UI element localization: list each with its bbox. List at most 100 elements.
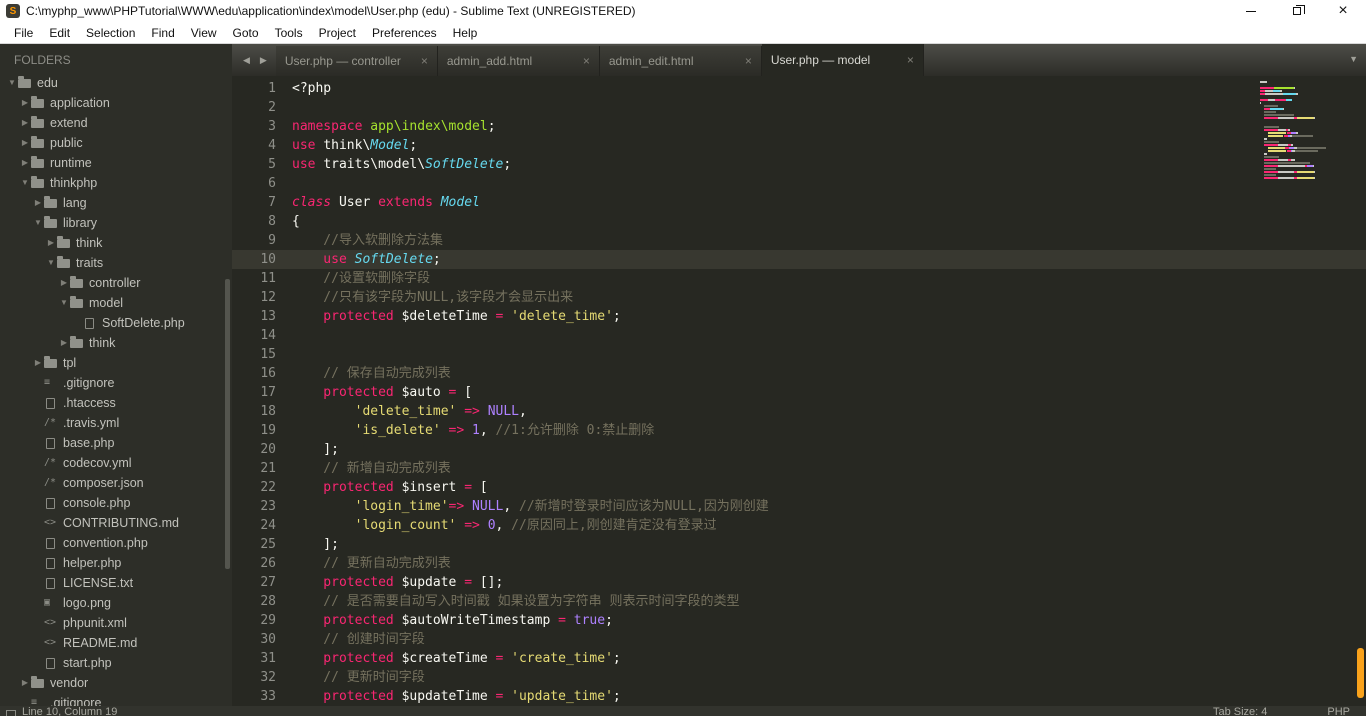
tab-admin-add-html[interactable]: admin_add.html × xyxy=(437,46,600,76)
code-line[interactable]: 27 protected $update = []; xyxy=(232,573,1366,592)
tree-file-contributing-md[interactable]: <> CONTRIBUTING.md xyxy=(0,513,232,533)
code-line[interactable]: 6 xyxy=(232,174,1366,193)
tree-folder-traits[interactable]: ▼ traits xyxy=(0,253,232,273)
close-button[interactable]: × xyxy=(1320,0,1366,22)
minimize-button[interactable] xyxy=(1228,0,1274,22)
code-line[interactable]: 13 protected $deleteTime = 'delete_time'… xyxy=(232,307,1366,326)
menu-edit[interactable]: Edit xyxy=(41,24,78,42)
menu-preferences[interactable]: Preferences xyxy=(364,24,445,42)
tree-folder-application[interactable]: ▶ application xyxy=(0,93,232,113)
tree-folder-runtime[interactable]: ▶ runtime xyxy=(0,153,232,173)
code-line[interactable]: 25 ]; xyxy=(232,535,1366,554)
tab-prev-icon[interactable]: ◀ xyxy=(240,53,253,68)
tree-folder-extend[interactable]: ▶ extend xyxy=(0,113,232,133)
tree-file-htaccess[interactable]: .htaccess xyxy=(0,393,232,413)
code-line[interactable]: 22 protected $insert = [ xyxy=(232,478,1366,497)
tree-folder-public[interactable]: ▶ public xyxy=(0,133,232,153)
menu-find[interactable]: Find xyxy=(143,24,182,42)
expand-arrow-icon[interactable]: ▶ xyxy=(58,273,70,293)
code-line[interactable]: 15 xyxy=(232,345,1366,364)
tree-folder-library[interactable]: ▼ library xyxy=(0,213,232,233)
code-line[interactable]: 7 class User extends Model xyxy=(232,193,1366,212)
code-line[interactable]: 4 use think\Model; xyxy=(232,136,1366,155)
tree-file-readme-md[interactable]: <> README.md xyxy=(0,633,232,653)
expand-arrow-icon[interactable]: ▶ xyxy=(32,193,44,213)
code-line[interactable]: 20 ]; xyxy=(232,440,1366,459)
code-line[interactable]: 19 'is_delete' => 1, //1:允许删除 0:禁止删除 xyxy=(232,421,1366,440)
tree-folder-lang[interactable]: ▶ lang xyxy=(0,193,232,213)
tree-file-composer-json[interactable]: /* composer.json xyxy=(0,473,232,493)
code-line[interactable]: 31 protected $createTime = 'create_time'… xyxy=(232,649,1366,668)
tree-file-phpunit-xml[interactable]: <> phpunit.xml xyxy=(0,613,232,633)
tab-size-indicator[interactable]: Tab Size: 4 xyxy=(1213,706,1267,716)
expand-arrow-icon[interactable]: ▶ xyxy=(19,113,31,133)
tree-folder-controller[interactable]: ▶ controller xyxy=(0,273,232,293)
menu-help[interactable]: Help xyxy=(445,24,486,42)
tree-file-softdelete-php[interactable]: SoftDelete.php xyxy=(0,313,232,333)
tab-close-icon[interactable]: × xyxy=(745,54,752,68)
tree-folder-thinkphp[interactable]: ▼ thinkphp xyxy=(0,173,232,193)
tree-file-helper-php[interactable]: helper.php xyxy=(0,553,232,573)
tree-file-base-php[interactable]: base.php xyxy=(0,433,232,453)
code-line[interactable]: 16 // 保存自动完成列表 xyxy=(232,364,1366,383)
tree-folder-think[interactable]: ▶ think xyxy=(0,233,232,253)
tree-file-start-php[interactable]: start.php xyxy=(0,653,232,673)
code-line[interactable]: 30 // 创建时间字段 xyxy=(232,630,1366,649)
code-line[interactable]: 2 xyxy=(232,98,1366,117)
expand-arrow-icon[interactable]: ▶ xyxy=(32,353,44,373)
code-line[interactable]: 3 namespace app\index\model; xyxy=(232,117,1366,136)
collapse-arrow-icon[interactable]: ▼ xyxy=(19,173,31,193)
minimap[interactable] xyxy=(1260,81,1352,180)
code-line[interactable]: 21 // 新增自动完成列表 xyxy=(232,459,1366,478)
menu-selection[interactable]: Selection xyxy=(78,24,143,42)
tab-close-icon[interactable]: × xyxy=(421,54,428,68)
expand-arrow-icon[interactable]: ▶ xyxy=(19,673,31,693)
code-line[interactable]: 28 // 是否需要自动写入时间戳 如果设置为字符串 则表示时间字段的类型 xyxy=(232,592,1366,611)
tab-user-php-controller[interactable]: User.php — controller × xyxy=(275,46,438,76)
sidebar-scrollbar[interactable] xyxy=(225,279,230,569)
expand-arrow-icon[interactable]: ▶ xyxy=(45,233,57,253)
tree-folder-tpl[interactable]: ▶ tpl xyxy=(0,353,232,373)
expand-arrow-icon[interactable]: ▶ xyxy=(19,153,31,173)
expand-arrow-icon[interactable]: ▶ xyxy=(19,133,31,153)
tab-close-icon[interactable]: × xyxy=(907,53,914,67)
vertical-scrollbar[interactable] xyxy=(1357,648,1364,698)
code-line[interactable]: 23 'login_time'=> NULL, //新增时登录时间应该为NULL… xyxy=(232,497,1366,516)
code-line[interactable]: 24 'login_count' => 0, //原因同上,刚创建肯定没有登录过 xyxy=(232,516,1366,535)
tab-close-icon[interactable]: × xyxy=(583,54,590,68)
tree-file-gitignore[interactable]: ≡ .gitignore xyxy=(0,693,232,706)
code-line[interactable]: 5 use traits\model\SoftDelete; xyxy=(232,155,1366,174)
tree-folder-vendor[interactable]: ▶ vendor xyxy=(0,673,232,693)
code-line[interactable]: 29 protected $autoWriteTimestamp = true; xyxy=(232,611,1366,630)
code-line[interactable]: 11 //设置软删除字段 xyxy=(232,269,1366,288)
code-line[interactable]: 12 //只有该字段为NULL,该字段才会显示出来 xyxy=(232,288,1366,307)
syntax-indicator[interactable]: PHP xyxy=(1327,706,1350,716)
code-line[interactable]: 9 //导入软删除方法集 xyxy=(232,231,1366,250)
tab-admin-edit-html[interactable]: admin_edit.html × xyxy=(599,46,762,76)
collapse-arrow-icon[interactable]: ▼ xyxy=(6,73,18,93)
menu-file[interactable]: File xyxy=(6,24,41,42)
code-line[interactable]: 8{ xyxy=(232,212,1366,231)
tab-next-icon[interactable]: ▶ xyxy=(257,53,270,68)
tree-folder-edu[interactable]: ▼ edu xyxy=(0,73,232,93)
code-line[interactable]: 18 'delete_time' => NULL, xyxy=(232,402,1366,421)
tab-user-php-model[interactable]: User.php — model × xyxy=(761,44,924,76)
menu-project[interactable]: Project xyxy=(311,24,364,42)
code-line[interactable]: 33 protected $updateTime = 'update_time'… xyxy=(232,687,1366,706)
collapse-arrow-icon[interactable]: ▼ xyxy=(45,253,57,273)
code-editor[interactable]: 1 <?php 2 3 namespace app\index\model; 4 use t… xyxy=(232,76,1366,706)
code-line[interactable]: 10 use SoftDelete; xyxy=(232,250,1366,269)
expand-arrow-icon[interactable]: ▶ xyxy=(19,93,31,113)
code-line[interactable]: 26 // 更新自动完成列表 xyxy=(232,554,1366,573)
tree-file-codecov-yml[interactable]: /* codecov.yml xyxy=(0,453,232,473)
tree-folder-model[interactable]: ▼ model xyxy=(0,293,232,313)
code-line[interactable]: 14 xyxy=(232,326,1366,345)
tree-folder-think[interactable]: ▶ think xyxy=(0,333,232,353)
tree-file-console-php[interactable]: console.php xyxy=(0,493,232,513)
collapse-arrow-icon[interactable]: ▼ xyxy=(32,213,44,233)
code-line[interactable]: 32 // 更新时间字段 xyxy=(232,668,1366,687)
tree-file-license-txt[interactable]: LICENSE.txt xyxy=(0,573,232,593)
tab-overflow-icon[interactable]: ▼ xyxy=(1349,54,1358,64)
code-line[interactable]: 17 protected $auto = [ xyxy=(232,383,1366,402)
expand-arrow-icon[interactable]: ▶ xyxy=(58,333,70,353)
